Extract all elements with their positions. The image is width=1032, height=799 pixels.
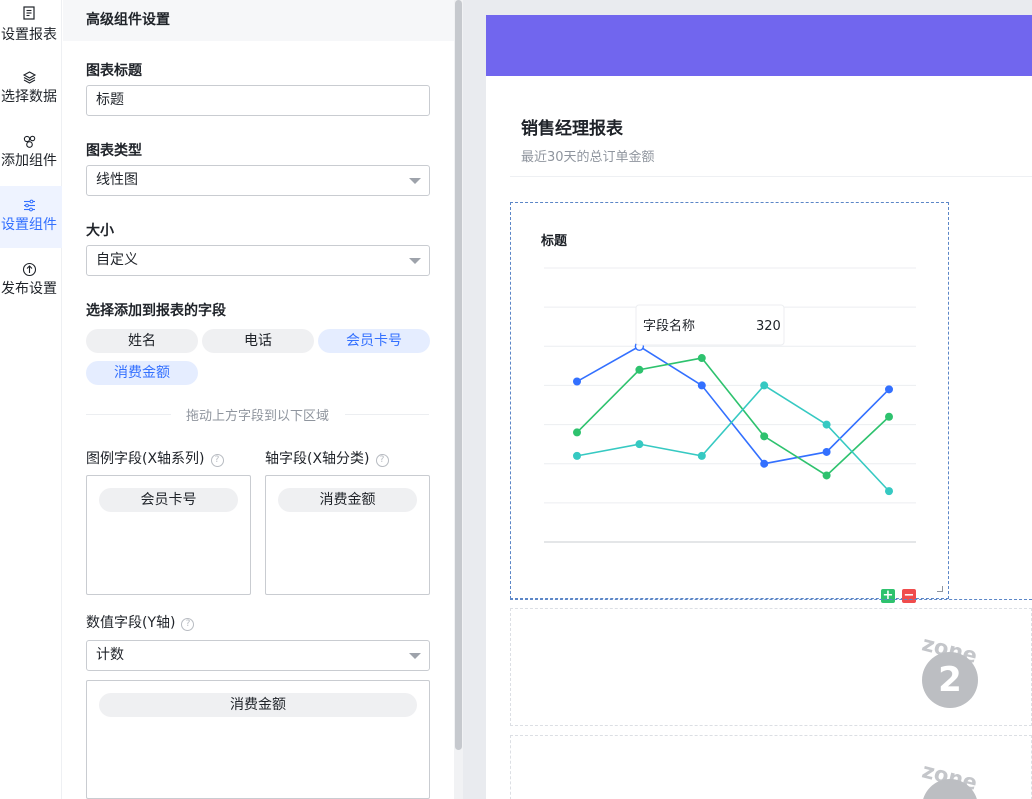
- field-chip-phone[interactable]: 电话: [202, 329, 314, 353]
- fields-label: 选择添加到报表的字段: [86, 303, 226, 319]
- chevron-down-icon: [409, 653, 421, 659]
- data-point[interactable]: [635, 440, 644, 449]
- rail-item-label: 选择数据: [1, 89, 57, 105]
- data-point[interactable]: [573, 377, 581, 386]
- field-chip-name[interactable]: 姓名: [86, 329, 198, 353]
- chart-type-select[interactable]: 线性图: [86, 165, 430, 196]
- layout-zone-2[interactable]: zone 2: [510, 608, 1032, 726]
- value-field-chip[interactable]: 消费金额: [99, 693, 417, 717]
- zone-3-watermark: zone: [915, 758, 985, 799]
- data-point[interactable]: [822, 447, 831, 456]
- help-icon[interactable]: ?: [210, 454, 224, 467]
- rail-item-label: 添加组件: [1, 153, 57, 169]
- rail-item-report-settings[interactable]: 设置报表: [0, 0, 62, 50]
- line-chart: 字段名称 320: [544, 267, 916, 543]
- series-line-2: [576, 357, 890, 477]
- tooltip-value: 320: [756, 319, 781, 334]
- size-select[interactable]: 自定义: [86, 245, 430, 276]
- panel-header: 高级组件设置: [63, 0, 454, 41]
- chart-tooltip: 字段名称 320: [635, 304, 785, 346]
- help-icon[interactable]: ?: [375, 454, 389, 467]
- data-point[interactable]: [822, 420, 831, 429]
- data-point[interactable]: [573, 451, 581, 460]
- tooltip-label: 字段名称: [643, 318, 695, 334]
- layout-zone-1[interactable]: 标题 字段名称 320 + −: [510, 202, 949, 603]
- series-line-3: [576, 384, 890, 492]
- field-chip-member-card[interactable]: 会员卡号: [318, 329, 430, 353]
- upload-icon: [0, 258, 58, 280]
- legend-field-dropzone[interactable]: 会员卡号: [86, 475, 251, 595]
- data-point[interactable]: [760, 381, 769, 390]
- header-divider: [510, 176, 1032, 177]
- value-agg-value: 计数: [96, 647, 124, 663]
- settings-panel: 高级组件设置 图表标题 标题 图表类型 线性图 大小 自定义 选择添加到报表的字…: [63, 0, 454, 799]
- report-subtitle: 最近30天的总订单金额: [521, 150, 655, 165]
- data-point[interactable]: [635, 365, 644, 374]
- rail-item-label: 设置报表: [1, 27, 57, 43]
- report-canvas: 销售经理报表 最近30天的总订单金额 标题 字段名称 320 + − 2: [486, 15, 1032, 799]
- scrollbar-thumb[interactable]: [455, 0, 462, 750]
- panel-title: 高级组件设置: [86, 12, 170, 28]
- legend-field-label-row: 图例字段(X轴系列)?: [86, 448, 224, 468]
- value-field-dropzone[interactable]: 消费金额: [86, 680, 430, 799]
- value-agg-select[interactable]: 计数: [86, 640, 430, 671]
- data-point[interactable]: [885, 412, 893, 421]
- layers-icon: [0, 66, 58, 88]
- panel-scrollbar[interactable]: [454, 0, 463, 799]
- value-field-label: 数值字段(Y轴): [86, 615, 176, 631]
- chart-type-label: 图表类型: [86, 143, 142, 159]
- chart-title-input[interactable]: 标题: [86, 85, 430, 116]
- rail-item-component-settings[interactable]: 设置组件: [0, 186, 62, 248]
- rail-item-publish-settings[interactable]: 发布设置: [0, 254, 62, 316]
- data-point[interactable]: [697, 451, 706, 460]
- data-point[interactable]: [697, 381, 706, 390]
- chevron-down-icon: [409, 178, 421, 184]
- rail-item-add-component[interactable]: 添加组件: [0, 126, 62, 188]
- report-banner: [486, 15, 1032, 76]
- field-chip-amount[interactable]: 消费金额: [86, 361, 198, 385]
- rail-item-label: 设置组件: [1, 217, 57, 233]
- series-line-1: [576, 345, 890, 465]
- chart-type-value: 线性图: [96, 172, 138, 188]
- legend-field-label: 图例字段(X轴系列): [86, 451, 205, 467]
- left-rail: 设置报表 选择数据 添加组件 设置组件 发布设置: [0, 0, 62, 799]
- data-point[interactable]: [822, 471, 831, 480]
- document-icon: [0, 0, 58, 26]
- data-point[interactable]: [885, 385, 893, 394]
- axis-field-label: 轴字段(X轴分类): [265, 451, 370, 467]
- axis-field-chip[interactable]: 消费金额: [278, 488, 417, 512]
- axis-field-dropzone[interactable]: 消费金额: [265, 475, 430, 595]
- legend-field-chip[interactable]: 会员卡号: [99, 488, 238, 512]
- data-point[interactable]: [697, 354, 706, 363]
- report-title: 销售经理报表: [521, 119, 623, 139]
- help-icon[interactable]: ?: [181, 618, 195, 631]
- data-point[interactable]: [760, 432, 769, 441]
- value-field-label-row: 数值字段(Y轴)?: [86, 612, 195, 632]
- remove-widget-button[interactable]: −: [902, 589, 916, 603]
- rail-item-select-data[interactable]: 选择数据: [0, 62, 62, 124]
- chart-title-label: 图表标题: [86, 63, 142, 79]
- chevron-down-icon: [409, 258, 421, 264]
- drag-hint-divider: 拖动上方字段到以下区域: [86, 402, 429, 426]
- zone-2-watermark: zone 2: [915, 631, 985, 713]
- size-label: 大小: [86, 223, 114, 239]
- components-icon: [0, 130, 58, 152]
- drag-hint-text: 拖动上方字段到以下区域: [185, 409, 329, 424]
- svg-text:2: 2: [938, 660, 962, 700]
- data-point[interactable]: [573, 428, 581, 437]
- report-preview: 销售经理报表 最近30天的总订单金额 标题 字段名称 320 + − 2: [463, 0, 1032, 799]
- rail-item-label: 发布设置: [1, 281, 57, 297]
- data-point[interactable]: [760, 459, 769, 468]
- resize-handle[interactable]: [937, 586, 943, 592]
- layout-zone-3[interactable]: zone: [510, 735, 1032, 799]
- data-point[interactable]: [885, 487, 893, 496]
- axis-field-label-row: 轴字段(X轴分类)?: [265, 448, 389, 468]
- chart-widget[interactable]: 标题 字段名称 320: [518, 206, 941, 582]
- sliders-icon: [0, 194, 58, 216]
- zone-boundary: [510, 599, 1032, 600]
- size-value: 自定义: [96, 252, 138, 268]
- add-widget-button[interactable]: +: [881, 589, 895, 603]
